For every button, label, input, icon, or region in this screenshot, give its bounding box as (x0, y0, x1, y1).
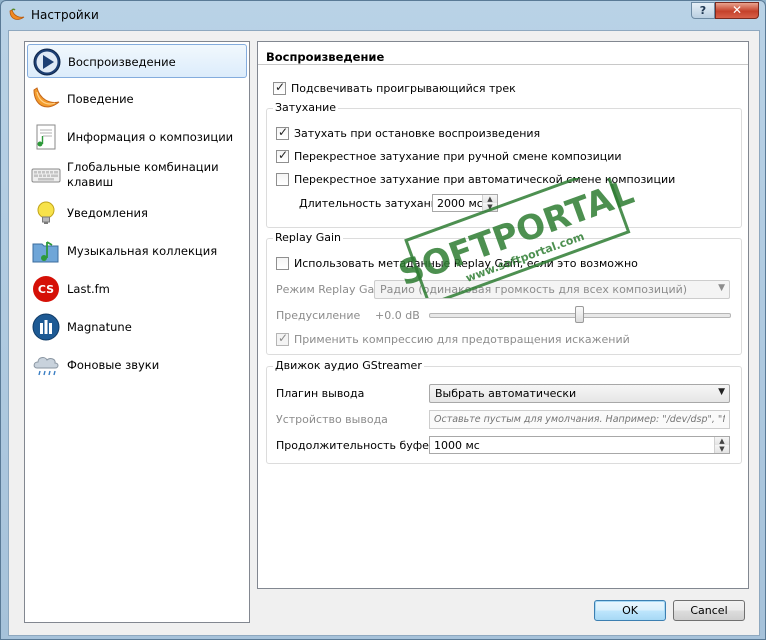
spin-down-icon[interactable]: ▼ (715, 445, 729, 453)
spin-up-icon[interactable]: ▲ (483, 195, 497, 203)
sidebar-item-label: Воспроизведение (68, 54, 176, 69)
stop-fade-label: Затухать при остановке воспроизведения (294, 127, 541, 140)
preamp-label: Предусиление (276, 309, 361, 322)
replaygain-group: Replay Gain Использовать метаданные Repl… (266, 231, 742, 355)
spin-arrows[interactable]: ▲ ▼ (482, 195, 497, 211)
fade-duration-spinbox[interactable]: 2000 мс ▲ ▼ (432, 194, 498, 212)
check-icon: ✓ (275, 80, 286, 94)
output-device-input[interactable] (430, 411, 729, 428)
replaygain-mode-label: Режим Replay Gain (276, 283, 385, 296)
sidebar-item-song-info[interactable]: Информация о композиции (27, 120, 247, 154)
play-icon (33, 48, 61, 76)
settings-page-playback: Воспроизведение ✓ Подсвечивать проигрыва… (257, 41, 749, 589)
compression-label: Применить компрессию для предотвращения … (294, 333, 630, 346)
sidebar-item-label: Информация о композиции (67, 129, 234, 144)
spin-down-icon[interactable]: ▼ (483, 203, 497, 211)
fade-duration-value: 2000 мс (437, 197, 483, 210)
sidebar-item-magnatune[interactable]: Magnatune (27, 310, 247, 344)
replaygain-group-title: Replay Gain (273, 231, 343, 244)
sidebar-item-label: Last.fm (67, 281, 110, 296)
stop-fade-checkbox[interactable]: ✓ (276, 125, 289, 140)
title-divider (258, 64, 748, 65)
buffer-duration-spinbox[interactable]: 1000 мс ▲ ▼ (429, 436, 730, 454)
manual-crossfade-label: Перекрестное затухание при ручной смене … (294, 150, 622, 163)
magnatune-icon (32, 313, 60, 341)
window-title: Настройки (31, 8, 99, 22)
manual-crossfade-checkbox[interactable]: ✓ (276, 148, 289, 163)
fade-duration-label: Длительность затухания (299, 197, 445, 210)
keyboard-icon (31, 168, 61, 183)
replaygain-metadata-checkbox[interactable] (276, 257, 289, 270)
preamp-slider-thumb[interactable] (574, 306, 584, 323)
output-device-input-wrap (429, 410, 730, 429)
cancel-button[interactable]: Cancel (673, 600, 745, 621)
sidebar-item-label: Поведение (67, 91, 134, 106)
page-title: Воспроизведение (266, 50, 385, 64)
output-plugin-select[interactable]: Выбрать автоматически ▼ (429, 384, 730, 403)
compression-checkbox[interactable]: ✓ (276, 331, 289, 346)
sidebar-item-label: Magnatune (67, 319, 132, 334)
settings-window: Настройки ? ✕ Воспроизведение Поведение (0, 0, 766, 640)
output-plugin-value: Выбрать автоматически (435, 387, 577, 400)
highlight-track-label: Подсвечивать проигрывающийся трек (291, 82, 516, 95)
sidebar-item-background-streams[interactable]: Фоновые звуки (27, 348, 247, 382)
auto-crossfade-label: Перекрестное затухание при автоматическо… (294, 173, 676, 186)
sidebar-item-music-library[interactable]: Музыкальная коллекция (27, 234, 247, 268)
spin-up-icon[interactable]: ▲ (715, 437, 729, 445)
sidebar-item-label: Музыкальная коллекция (67, 243, 218, 258)
dialog-client: Воспроизведение Поведение Информация о к… (8, 30, 760, 636)
ok-button[interactable]: OK (594, 600, 666, 621)
svg-text:CS: CS (38, 283, 54, 296)
output-plugin-label: Плагин вывода (276, 387, 365, 400)
gstreamer-group-title: Движок аудио GStreamer (273, 359, 424, 372)
settings-sidebar: Воспроизведение Поведение Информация о к… (24, 41, 250, 623)
sidebar-item-label: Фоновые звуки (67, 357, 160, 372)
document-music-icon (36, 124, 56, 150)
cloud-rain-icon (33, 357, 59, 376)
sidebar-item-global-shortcuts[interactable]: Глобальные комбинации клавиш (27, 158, 247, 192)
gstreamer-group: Движок аудио GStreamer Плагин вывода Выб… (266, 359, 742, 464)
title-bar[interactable]: Настройки ? ✕ (1, 1, 765, 29)
sidebar-item-playback[interactable]: Воспроизведение (27, 44, 247, 78)
sidebar-item-label: Уведомления (67, 205, 148, 220)
clementine-app-icon (9, 8, 25, 20)
check-icon: ✓ (278, 125, 289, 139)
close-button[interactable]: ✕ (715, 2, 759, 19)
fadeout-group-title: Затухание (273, 101, 339, 114)
sidebar-item-label: Глобальные комбинации клавиш (67, 160, 219, 189)
preamp-value: +0.0 dB (375, 309, 420, 322)
chevron-down-icon: ▼ (718, 387, 725, 397)
replaygain-mode-select[interactable]: Радио (одинаковая громкость для всех ком… (374, 280, 730, 299)
buffer-duration-value: 1000 мс (434, 439, 480, 452)
sidebar-item-behaviour[interactable]: Поведение (27, 82, 247, 116)
lastfm-icon: CS (33, 276, 59, 302)
check-icon: ✓ (278, 148, 289, 162)
lightbulb-icon (37, 201, 55, 224)
help-button[interactable]: ? (691, 2, 715, 19)
replaygain-mode-value: Радио (одинаковая громкость для всех ком… (380, 283, 688, 296)
buffer-duration-label: Продолжительность буфера (276, 439, 443, 452)
replaygain-metadata-label: Использовать метаданные Replay Gain, есл… (294, 257, 638, 270)
auto-crossfade-checkbox[interactable] (276, 173, 289, 186)
highlight-track-checkbox[interactable]: ✓ (273, 80, 286, 95)
chevron-down-icon: ▼ (718, 283, 725, 293)
music-folder-icon (32, 241, 59, 263)
check-icon: ✓ (278, 331, 289, 345)
spin-arrows[interactable]: ▲ ▼ (714, 437, 729, 453)
fadeout-group: Затухание ✓ Затухать при остановке воспр… (266, 101, 742, 228)
sidebar-item-notifications[interactable]: Уведомления (27, 196, 247, 230)
sidebar-item-lastfm[interactable]: CS Last.fm (27, 272, 247, 306)
output-device-label: Устройство вывода (276, 413, 388, 426)
clementine-icon (33, 87, 60, 108)
